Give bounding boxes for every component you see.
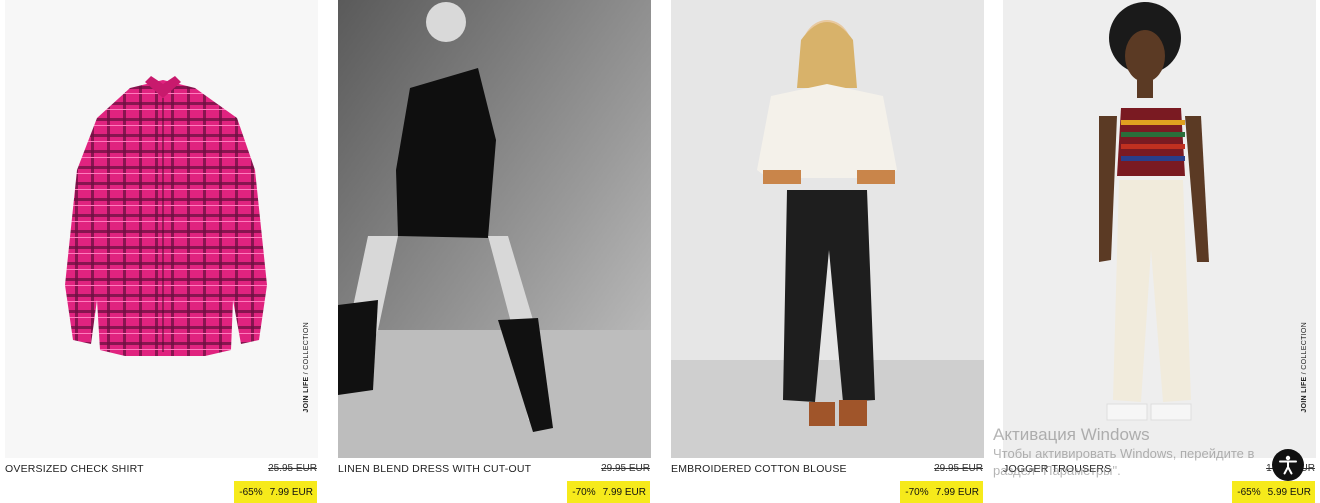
sale-badge: -65% 5.99 EUR [1232,481,1315,503]
product-card[interactable]: EMBROIDERED COTTON BLOUSE 29.95 EUR -70%… [671,0,984,503]
product-image[interactable] [1003,0,1316,458]
sale-price: 7.99 EUR [602,486,646,498]
discount-percent: -65% [239,486,263,498]
collection-tag: JOIN LIFE / COLLECTION [303,322,310,413]
sale-price: 7.99 EUR [935,486,979,498]
discount-percent: -70% [905,486,929,498]
sale-price: 7.99 EUR [269,486,313,498]
product-image[interactable] [671,0,984,458]
accessibility-button[interactable] [1272,449,1304,481]
sale-badge: -70% 7.99 EUR [900,481,983,503]
product-name[interactable]: OVERSIZED CHECK SHIRT [5,463,144,475]
original-price: 29.95 EUR [934,463,983,474]
product-image[interactable] [5,0,318,458]
product-image[interactable] [338,0,651,458]
sale-badge: -65% 7.99 EUR [234,481,317,503]
product-name[interactable]: EMBROIDERED COTTON BLOUSE [671,463,847,475]
product-name[interactable]: JOGGER TROUSERS [1003,463,1111,475]
product-card[interactable]: JOIN LIFE / COLLECTION OVERSIZED CHECK S… [5,0,318,503]
sale-badge: -70% 7.99 EUR [567,481,650,503]
discount-percent: -65% [1237,486,1261,498]
original-price: 25.95 EUR [268,463,317,474]
discount-percent: -70% [572,486,596,498]
product-card[interactable]: LINEN BLEND DRESS WITH CUT-OUT 29.95 EUR… [338,0,651,503]
collection-tag: JOIN LIFE / COLLECTION [1301,322,1308,413]
product-card[interactable]: JOIN LIFE / COLLECTION JOGGER TROUSERS 1… [1003,0,1316,503]
sale-price: 5.99 EUR [1267,486,1311,498]
original-price: 29.95 EUR [601,463,650,474]
accessibility-person-icon [1279,455,1297,475]
product-name[interactable]: LINEN BLEND DRESS WITH CUT-OUT [338,463,531,475]
